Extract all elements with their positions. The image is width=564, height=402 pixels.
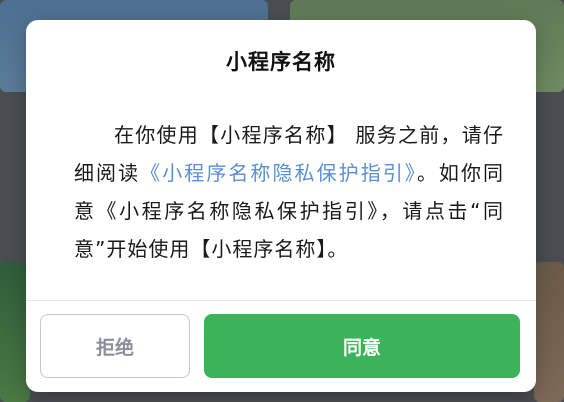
agree-button[interactable]: 同意	[204, 314, 520, 378]
reject-button[interactable]: 拒绝	[40, 314, 190, 378]
privacy-dialog: 小程序名称 在你使用【小程序名称】 服务之前，请仔细阅读《小程序名称隐私保护指引…	[26, 20, 536, 392]
dialog-title: 小程序名称	[226, 50, 336, 74]
divider	[26, 300, 536, 301]
dialog-message: 在你使用【小程序名称】 服务之前，请仔细阅读《小程序名称隐私保护指引》。如你同意…	[74, 116, 504, 268]
background-card	[534, 262, 564, 402]
privacy-guide-link[interactable]: 《小程序名称隐私保护指引》	[140, 161, 417, 185]
